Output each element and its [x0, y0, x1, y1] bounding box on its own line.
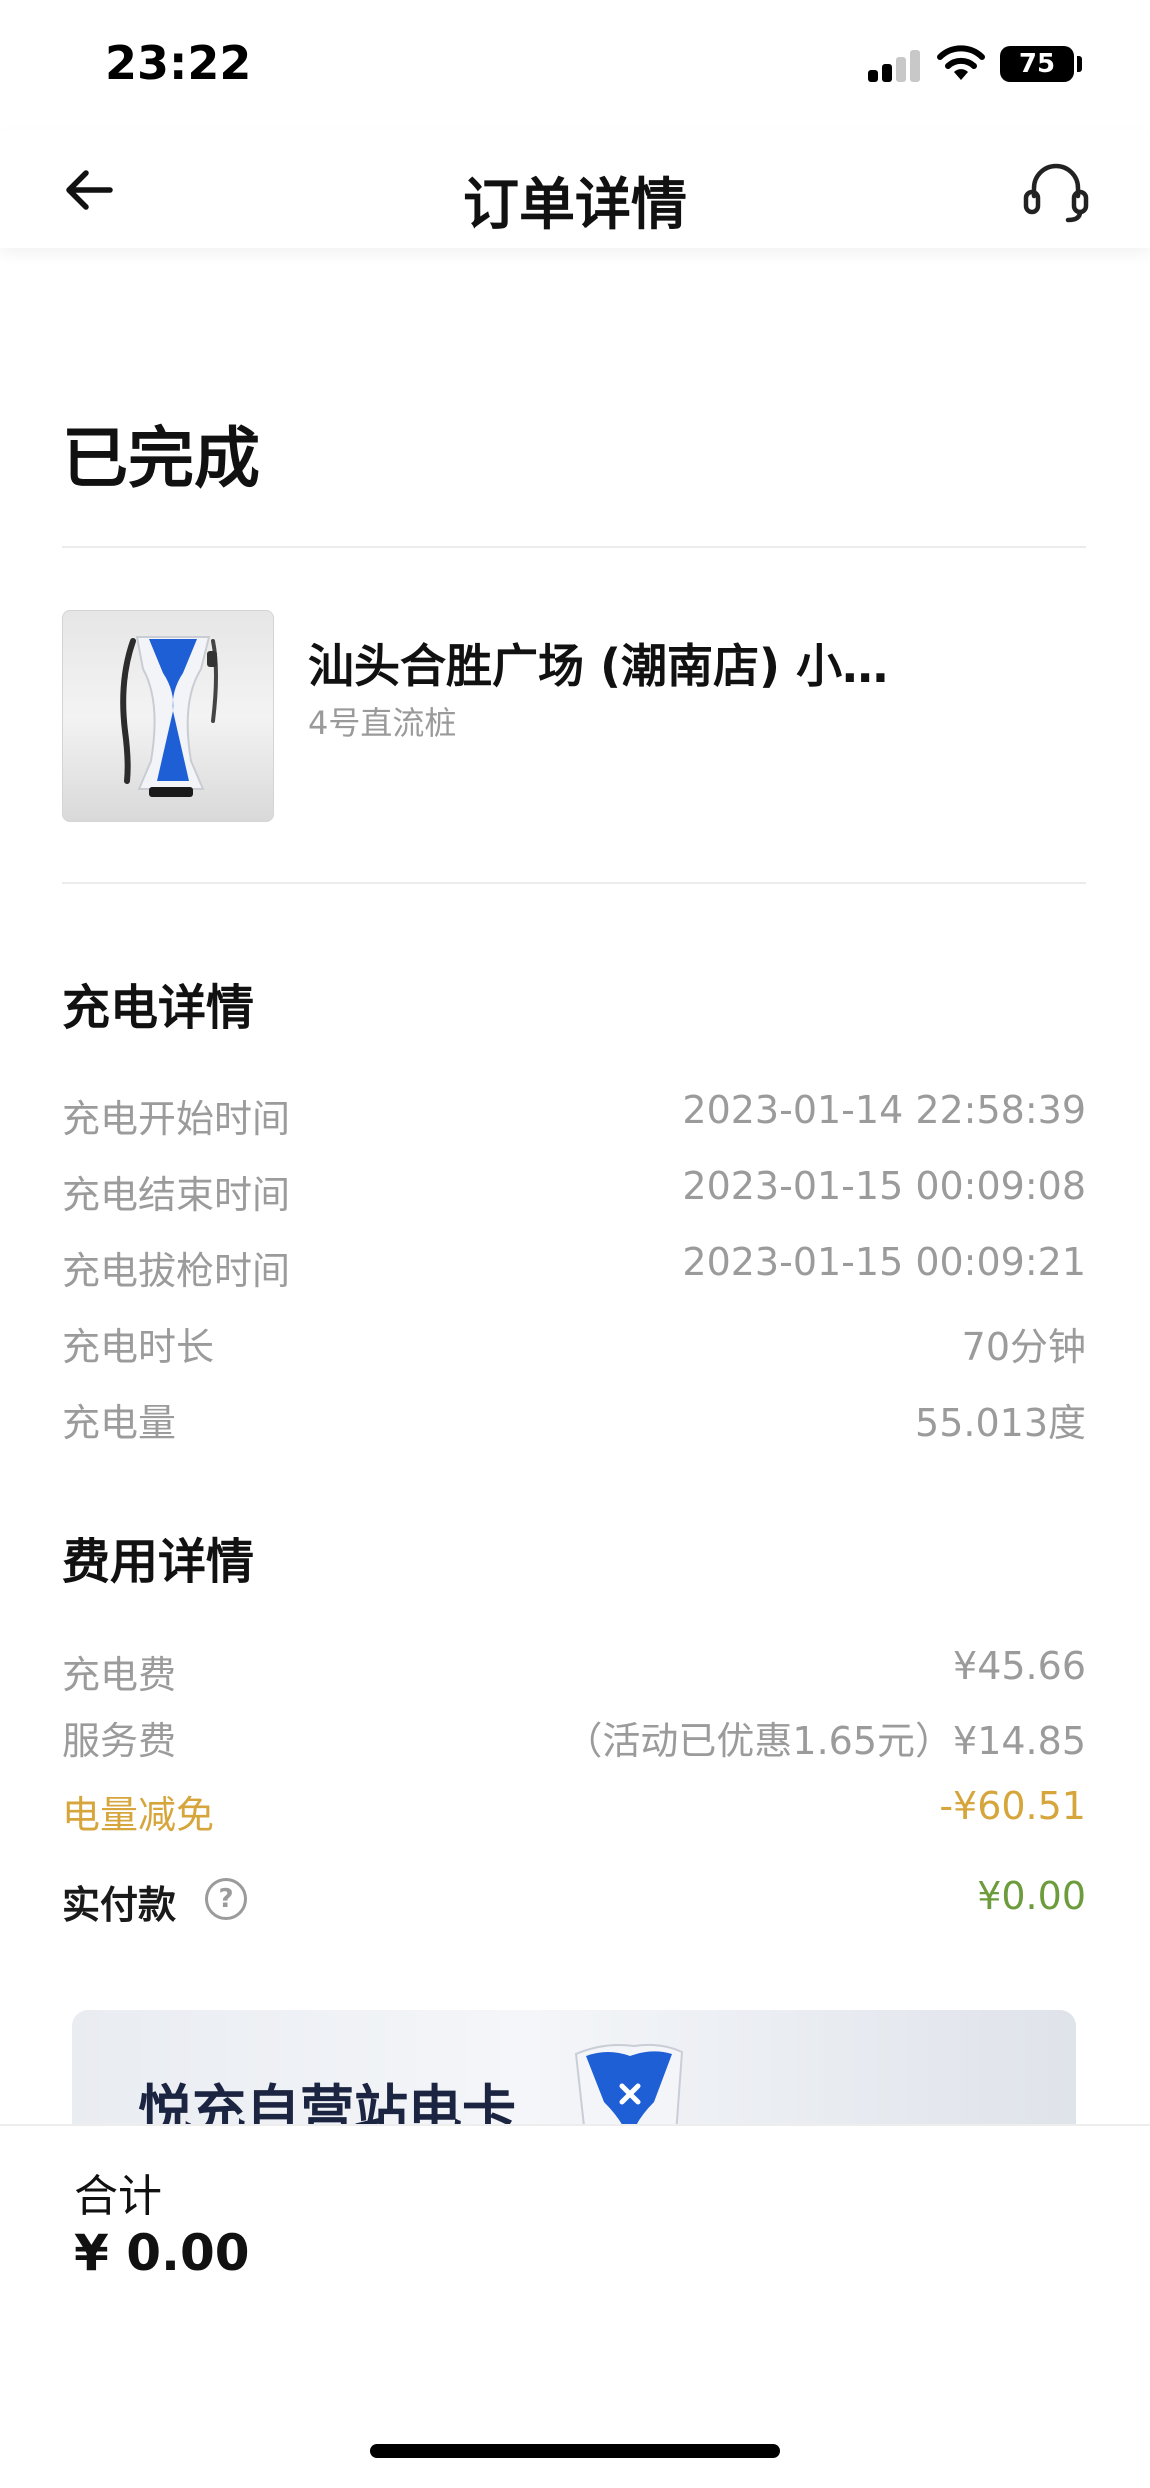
fee-details-title: 费用详情 [62, 1534, 255, 1590]
paid-value: ¥0.00 [977, 1874, 1086, 1918]
page-title: 订单详情 [463, 173, 687, 238]
total-label: 合计 [74, 2171, 162, 2222]
bottom-total-bar: 合计 ¥ 0.00 [0, 2124, 1150, 2488]
charge-fee-label: 充电费 [62, 1653, 177, 1697]
status-bar: 23:22 75 [0, 0, 1150, 130]
start-time-label: 充电开始时间 [62, 1097, 291, 1141]
banner-title: 悦充自营站电卡 [138, 2079, 516, 2125]
energy-value: 55.013度 [915, 1401, 1086, 1445]
divider [62, 882, 1086, 884]
paid-label: 实付款 [62, 1883, 177, 1927]
charge-details-title: 充电详情 [62, 980, 255, 1036]
charging-pile-image [62, 610, 274, 822]
headset-icon[interactable] [1020, 156, 1092, 228]
home-indicator[interactable] [370, 2444, 780, 2458]
service-fee-value: （活动已优惠1.65元）¥14.85 [564, 1719, 1086, 1763]
total-value: ¥ 0.00 [74, 2224, 250, 2282]
battery-tip [1077, 56, 1082, 72]
duration-label: 充电时长 [62, 1325, 215, 1369]
cellular-signal-icon [868, 48, 924, 82]
discount-label: 电量减免 [62, 1793, 215, 1837]
end-time-value: 2023-01-15 00:09:08 [682, 1164, 1086, 1208]
service-fee-label: 服务费 [62, 1719, 177, 1763]
promo-banner[interactable]: 悦充自营站电卡 [72, 2010, 1076, 2125]
discount-value: -¥60.51 [939, 1784, 1086, 1828]
nav-bar: 订单详情 [0, 130, 1150, 248]
charge-fee-value: ¥45.66 [953, 1644, 1086, 1688]
help-icon[interactable]: ? [205, 1878, 247, 1920]
status-time: 23:22 [105, 36, 252, 90]
pile-number: 4号直流桩 [308, 704, 457, 742]
divider [62, 546, 1086, 548]
energy-label: 充电量 [62, 1401, 177, 1445]
duration-value: 70分钟 [961, 1325, 1086, 1369]
battery-icon: 75 [1000, 46, 1074, 82]
station-name[interactable]: 汕头合胜广场 (潮南店) 小… [308, 630, 1088, 696]
unplug-time-value: 2023-01-15 00:09:21 [682, 1240, 1086, 1284]
end-time-label: 充电结束时间 [62, 1173, 291, 1217]
wifi-icon [937, 45, 985, 80]
charging-pile-icon [574, 2043, 684, 2125]
unplug-time-label: 充电拔枪时间 [62, 1249, 291, 1293]
order-status: 已完成 [62, 420, 260, 497]
start-time-value: 2023-01-14 22:58:39 [682, 1088, 1086, 1132]
